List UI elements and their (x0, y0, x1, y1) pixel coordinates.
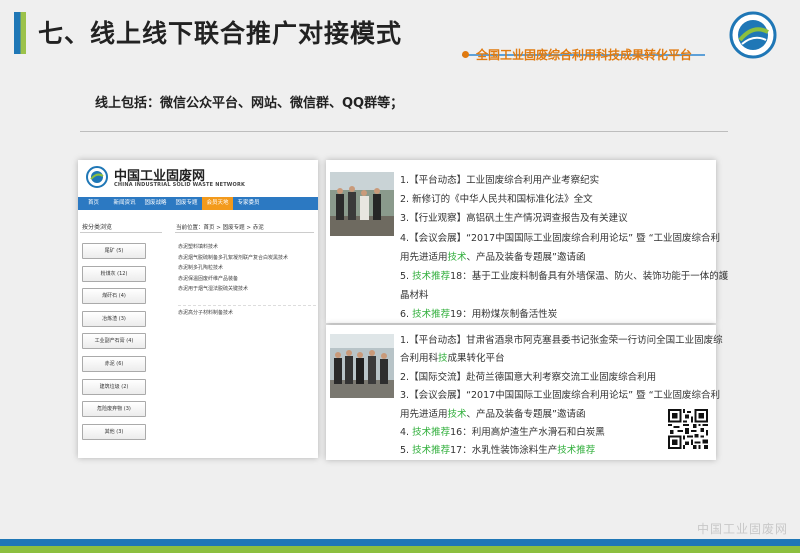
news-line[interactable]: 用先进适用技术、产品及装备专题展”邀请函 (400, 406, 712, 424)
news-line[interactable]: 用先进适用技术、产品及装备专题展”邀请函 (400, 248, 712, 267)
news-line[interactable]: 4. 技术推荐16：利用高炉渣生产水滑石和白炭黑 (400, 424, 712, 442)
footer-bar (0, 539, 800, 553)
news-line-highlight: 技术推荐 (412, 271, 451, 283)
category-button[interactable]: 赤泥 (6) (82, 355, 146, 372)
category-list: 尾矿 (5) 粉煤灰 (12) 煤矸石 (4) 冶炼渣 (3) 工业副产石膏 (… (82, 243, 146, 446)
news-line-text: 19：用粉煤灰制备活性炭 (450, 309, 558, 321)
website-screenshot: 中国工业固废网 CHINA INDUSTRIAL SOLID WASTE NET… (78, 160, 318, 458)
news-line[interactable]: 1.【平台动态】甘肃省酒泉市阿克塞县委书记张金荣一行访问全国工业固废综 (400, 332, 723, 350)
slide-title: 七、线上线下联合推广对接模式 (38, 19, 403, 48)
breadcrumb: 当前位置：首页 > 固废专题 > 赤泥 (176, 225, 264, 231)
news-line-text: 晶材料 (400, 290, 429, 302)
news-line-highlight: 技术 (447, 251, 467, 263)
category-button[interactable]: 粉煤灰 (12) (82, 265, 146, 282)
wechat-news-card-1: 1.【平台动态】工业固废综合利用产业考察纪实 2. 新修订的《中华人民共和国标准… (326, 160, 728, 325)
news-line-highlight: 技术推荐 (412, 427, 451, 439)
news-line-text: 5. (400, 445, 413, 457)
news-line-text: 4. (400, 427, 413, 439)
article-link[interactable]: 赤泥用于烟气湿法脱硫关键技术 (178, 284, 316, 295)
site-logo-icon (86, 166, 108, 188)
news-line[interactable]: 晶材料 (400, 286, 712, 305)
site-name-en: CHINA INDUSTRIAL SOLID WASTE NETWORK (114, 182, 246, 188)
nav-item-strategy[interactable]: 固废战略 (140, 197, 171, 210)
meeting-photo (330, 334, 394, 398)
nav-item-news[interactable]: 新闻资讯 (109, 197, 140, 210)
news-line[interactable]: 2. 新修订的《中华人民共和国标准化法》全文 (400, 190, 712, 209)
article-link[interactable]: 赤泥烟气脱硫制备多孔絮凝剂联产复合白炭黑技术 (178, 253, 316, 264)
nav-item-home[interactable]: 首页 (78, 197, 109, 210)
site-nav: 首页 新闻资讯 固废战略 固废专题 会员天地 专家委员 (78, 197, 318, 210)
news-line-text: 、产品及装备专题展”邀请函 (466, 408, 586, 420)
category-button[interactable]: 其他 (3) (82, 423, 146, 440)
news-line-text: 1.【平台动态】甘肃省酒泉市阿克塞县委书记张金荣一行访问全国工业固废综 (400, 335, 723, 346)
news-line-text: 16：利用高炉渣生产水滑石和白炭黑 (450, 427, 605, 439)
qr-code-icon[interactable] (668, 409, 708, 449)
news-line[interactable]: 4.【会议会展】“2017中国国际工业固废综合利用论坛” 暨 “工业固废综合利 (400, 229, 720, 248)
news-line-text: 6. (400, 309, 413, 321)
news-line[interactable]: 1.【平台动态】工业固废综合利用产业考察纪实 (400, 171, 712, 190)
news-line[interactable]: 2.【国际交流】赴荷兰德国意大利考察交流工业固废综合利用 (400, 369, 712, 387)
news-line-text: 18：基于工业废料制备具有外墙保温、防火、装饰功能于一体的護 (450, 271, 729, 283)
breadcrumb-rule (175, 232, 314, 233)
header-rule-dot (462, 51, 469, 58)
wechat-news-card-2: 1.【平台动态】甘肃省酒泉市阿克塞县委书记张金荣一行访问全国工业固废综 合利用科… (326, 325, 723, 461)
platform-subtitle: 全国工业固废综合利用科技成果转化平台 (475, 48, 692, 62)
news-line-text: 成果转化平台 (447, 353, 505, 365)
article-link[interactable]: 赤泥保温固废纤维产品装备 (178, 274, 316, 285)
category-button[interactable]: 建筑垃圾 (2) (82, 378, 146, 395)
site-watermark: 中国工业固废网 (696, 522, 788, 536)
inspection-photo (330, 172, 394, 236)
article-list: 赤泥塑料填料技术 赤泥烟气脱硫制备多孔絮凝剂联产复合白炭黑技术 赤泥制多孔陶粒技… (178, 242, 316, 318)
news-line-highlight: 技术推荐 (412, 445, 451, 457)
news-line-text: 2. 新修订的《中华人民共和国标准化法》全文 (400, 194, 593, 206)
news-line-highlight: 技 (438, 353, 448, 365)
nav-item-topics[interactable]: 固废专题 (171, 197, 202, 210)
category-title: 按分类浏览 (82, 224, 113, 231)
article-link[interactable]: 赤泥制多孔陶粒技术 (178, 263, 316, 274)
news-line-highlight: 技术 (447, 408, 467, 420)
news-line-text: 5. (400, 271, 413, 283)
news-line[interactable]: 合利用科技成果转化平台 (400, 350, 712, 368)
category-button[interactable]: 冶炼渣 (3) (82, 310, 146, 327)
news-line-text: 1.【平台动态】工业固废综合利用产业考察纪实 (400, 175, 600, 186)
nav-item-experts[interactable]: 专家委员 (233, 197, 264, 210)
news-line-text: 4.【会议会展】“2017中国国际工业固废综合利用论坛” 暨 “工业固废综合利 (400, 232, 721, 244)
news-line-text: 用先进适用 (400, 408, 448, 420)
category-rule (80, 232, 162, 233)
online-channels-intro: 线上包括：微信公众平台、网站、微信群、QQ群等； (95, 96, 404, 111)
category-button[interactable]: 煤矸石 (4) (82, 288, 146, 305)
news-line[interactable]: 6. 技术推荐19：用粉煤灰制备活性炭 (400, 305, 712, 324)
category-button[interactable]: 危险废弃物 (3) (82, 401, 146, 418)
news-line-highlight: 技术推荐 (412, 309, 451, 321)
news-list-1: 1.【平台动态】工业固废综合利用产业考察纪实 2. 新修订的《中华人民共和国标准… (400, 171, 728, 325)
news-line-text: 合利用科 (400, 353, 439, 365)
article-link[interactable]: 赤泥塑料填料技术 (178, 242, 316, 253)
category-button[interactable]: 工业副产石膏 (4) (82, 333, 146, 350)
news-line-text: 17：水乳性装饰涂料生产 (450, 445, 558, 457)
news-list-2: 1.【平台动态】甘肃省酒泉市阿克塞县委书记张金荣一行访问全国工业固废综 合利用科… (400, 332, 723, 461)
news-line[interactable]: 3.【会议会展】“2017中国国际工业固废综合利用论坛” 暨 “工业固废综合利 (400, 387, 720, 405)
news-line-text: 用先进适用 (400, 251, 448, 263)
news-line-text: 3.【行业观察】高铝矾土生产情况调查报告及有关建议 (400, 213, 628, 225)
news-line[interactable]: 3.【行业观察】高铝矾土生产情况调查报告及有关建议 (400, 209, 712, 228)
news-line[interactable]: 5. 技术推荐17：水乳性装饰涂料生产技术推荐 (400, 442, 712, 460)
news-line-highlight: 技术推荐 (557, 445, 596, 457)
news-line-text: 2.【国际交流】赴荷兰德国意大利考察交流工业固废综合利用 (400, 371, 657, 383)
news-line-text: 3.【会议会展】“2017中国国际工业固废综合利用论坛” 暨 “工业固废综合利 (400, 390, 721, 402)
category-button[interactable]: 尾矿 (5) (82, 243, 146, 259)
title-accent-bar (14, 12, 26, 54)
nav-item-members[interactable]: 会员天地 (202, 197, 233, 210)
globe-logo-icon (729, 11, 777, 59)
news-line[interactable]: 5. 技术推荐18：基于工业废料制备具有外墙保温、防火、装饰功能于一体的護 (400, 267, 728, 286)
article-link[interactable]: 赤泥高分子材料制备技术 (178, 304, 316, 319)
section-divider (80, 131, 728, 132)
news-line-text: 、产品及装备专题展”邀请函 (466, 251, 586, 263)
